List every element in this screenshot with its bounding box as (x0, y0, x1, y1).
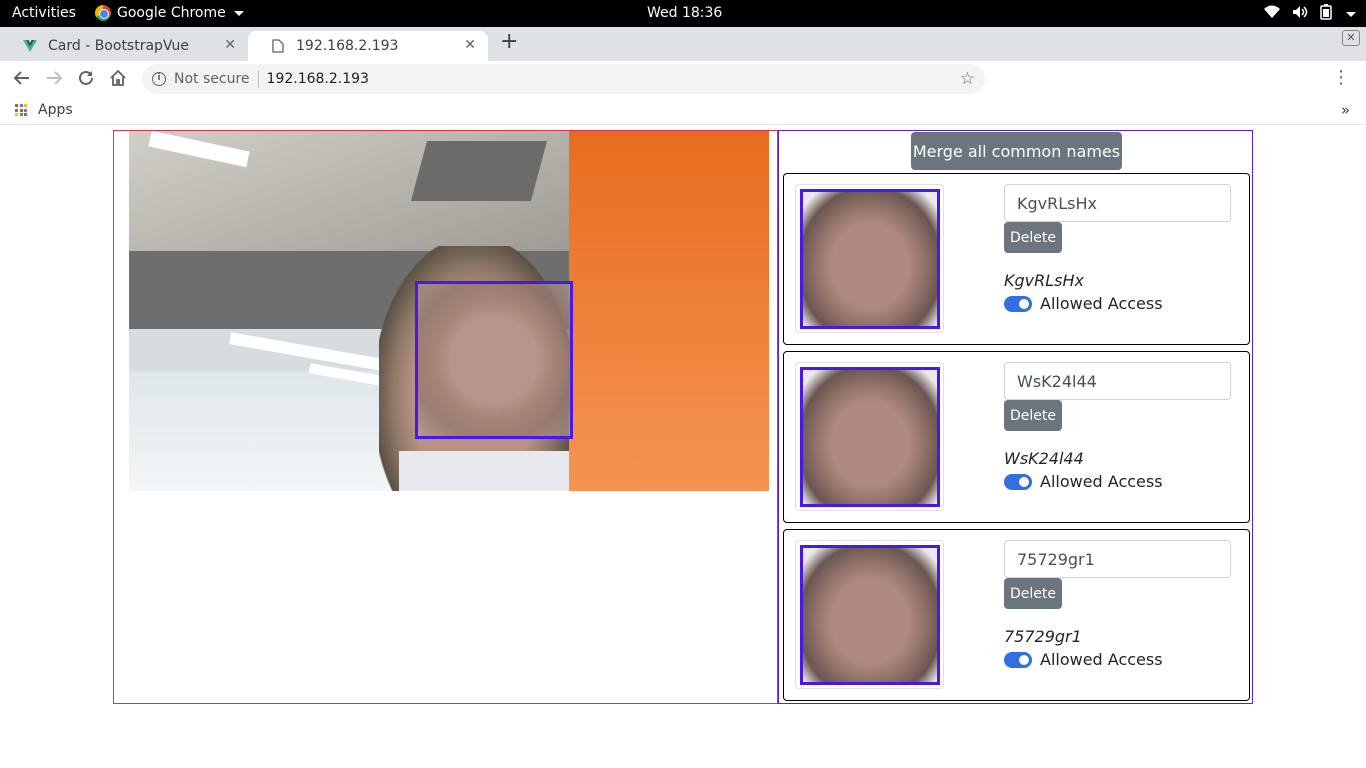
camera-panel (113, 130, 778, 704)
star-icon[interactable]: ☆ (960, 69, 975, 89)
apps-bookmark[interactable]: Apps (38, 102, 73, 118)
tab-title: 192.168.2.193 (296, 38, 399, 54)
tab-bootstrapvue[interactable]: Card - BootstrapVue ✕ (0, 31, 248, 61)
chevron-right-icon[interactable]: » (1341, 101, 1350, 119)
name-input[interactable] (1004, 540, 1231, 578)
face-card: Delete 75729gr1 Allowed Access (783, 529, 1250, 701)
forward-icon[interactable] (45, 69, 63, 91)
face-image (800, 545, 940, 685)
camera-vent (410, 141, 548, 201)
face-image (800, 189, 940, 329)
security-indicator[interactable]: Not secure (174, 71, 250, 87)
more-menu-icon[interactable]: ⋮ (1332, 69, 1350, 87)
url-text[interactable]: 192.168.2.193 (267, 71, 369, 87)
delete-button[interactable]: Delete (1004, 400, 1062, 431)
app-menu[interactable]: Google Chrome (95, 5, 244, 21)
volume-icon (1292, 5, 1308, 23)
info-icon[interactable]: i (152, 72, 166, 86)
home-icon[interactable] (109, 69, 127, 91)
face-detection-box (415, 281, 573, 439)
page-icon (270, 38, 286, 54)
allowed-access-label[interactable]: Allowed Access (1040, 294, 1163, 313)
clock[interactable]: Wed 18:36 (647, 5, 722, 21)
faces-panel: Merge all common names Delete KgvRLsHx A… (778, 130, 1253, 704)
delete-button[interactable]: Delete (1004, 222, 1062, 253)
tab-strip: Card - BootstrapVue ✕ 192.168.2.193 ✕ (0, 27, 1366, 61)
system-tray[interactable] (1264, 4, 1356, 24)
face-card: Delete KgvRLsHx Allowed Access (783, 173, 1250, 345)
camera-shirt (399, 451, 569, 491)
chevron-down-icon (1346, 11, 1356, 17)
tab-active-page[interactable]: 192.168.2.193 ✕ (248, 31, 488, 61)
face-name: KgvRLsHx (1004, 271, 1084, 290)
window-close-button[interactable]: ✕ (1342, 30, 1360, 46)
allowed-access-toggle[interactable] (1004, 474, 1032, 490)
face-thumbnail (795, 362, 944, 511)
reload-icon[interactable] (77, 69, 95, 91)
allowed-access-toggle[interactable] (1004, 296, 1032, 312)
name-input[interactable] (1004, 362, 1231, 400)
divider (257, 71, 259, 87)
wifi-icon (1264, 5, 1280, 23)
face-thumbnail (795, 540, 944, 689)
back-icon[interactable] (13, 69, 31, 91)
battery-icon (1320, 4, 1332, 24)
close-icon[interactable]: ✕ (224, 37, 236, 53)
face-thumbnail (795, 184, 944, 333)
activities-button[interactable]: Activities (12, 5, 76, 21)
bookmarks-bar: Apps » (0, 97, 1366, 125)
allowed-access-toggle[interactable] (1004, 652, 1032, 668)
name-input[interactable] (1004, 184, 1231, 222)
vue-icon (22, 38, 38, 54)
camera-orange-wall (569, 131, 769, 491)
allowed-access-label[interactable]: Allowed Access (1040, 472, 1163, 491)
face-image (800, 367, 940, 507)
new-tab-button[interactable]: + (500, 31, 518, 53)
camera-feed (129, 131, 769, 491)
system-top-bar: Activities Google Chrome Wed 18:36 (0, 0, 1366, 27)
close-icon[interactable]: ✕ (464, 37, 476, 53)
merge-names-button[interactable]: Merge all common names (911, 132, 1122, 170)
face-name: WsK24l44 (1004, 449, 1084, 468)
apps-grid-icon (15, 104, 27, 116)
face-card: Delete WsK24l44 Allowed Access (783, 351, 1250, 523)
browser-toolbar: i Not secure 192.168.2.193 ☆ ⋮ (0, 61, 1366, 97)
allowed-access-label[interactable]: Allowed Access (1040, 650, 1163, 669)
delete-button[interactable]: Delete (1004, 578, 1062, 609)
face-name: 75729gr1 (1004, 627, 1082, 646)
address-bar[interactable]: i Not secure 192.168.2.193 ☆ (142, 64, 985, 94)
tab-title: Card - BootstrapVue (48, 38, 190, 54)
chrome-icon (95, 5, 111, 21)
app-name: Google Chrome (117, 5, 226, 21)
chevron-down-icon (233, 10, 244, 16)
